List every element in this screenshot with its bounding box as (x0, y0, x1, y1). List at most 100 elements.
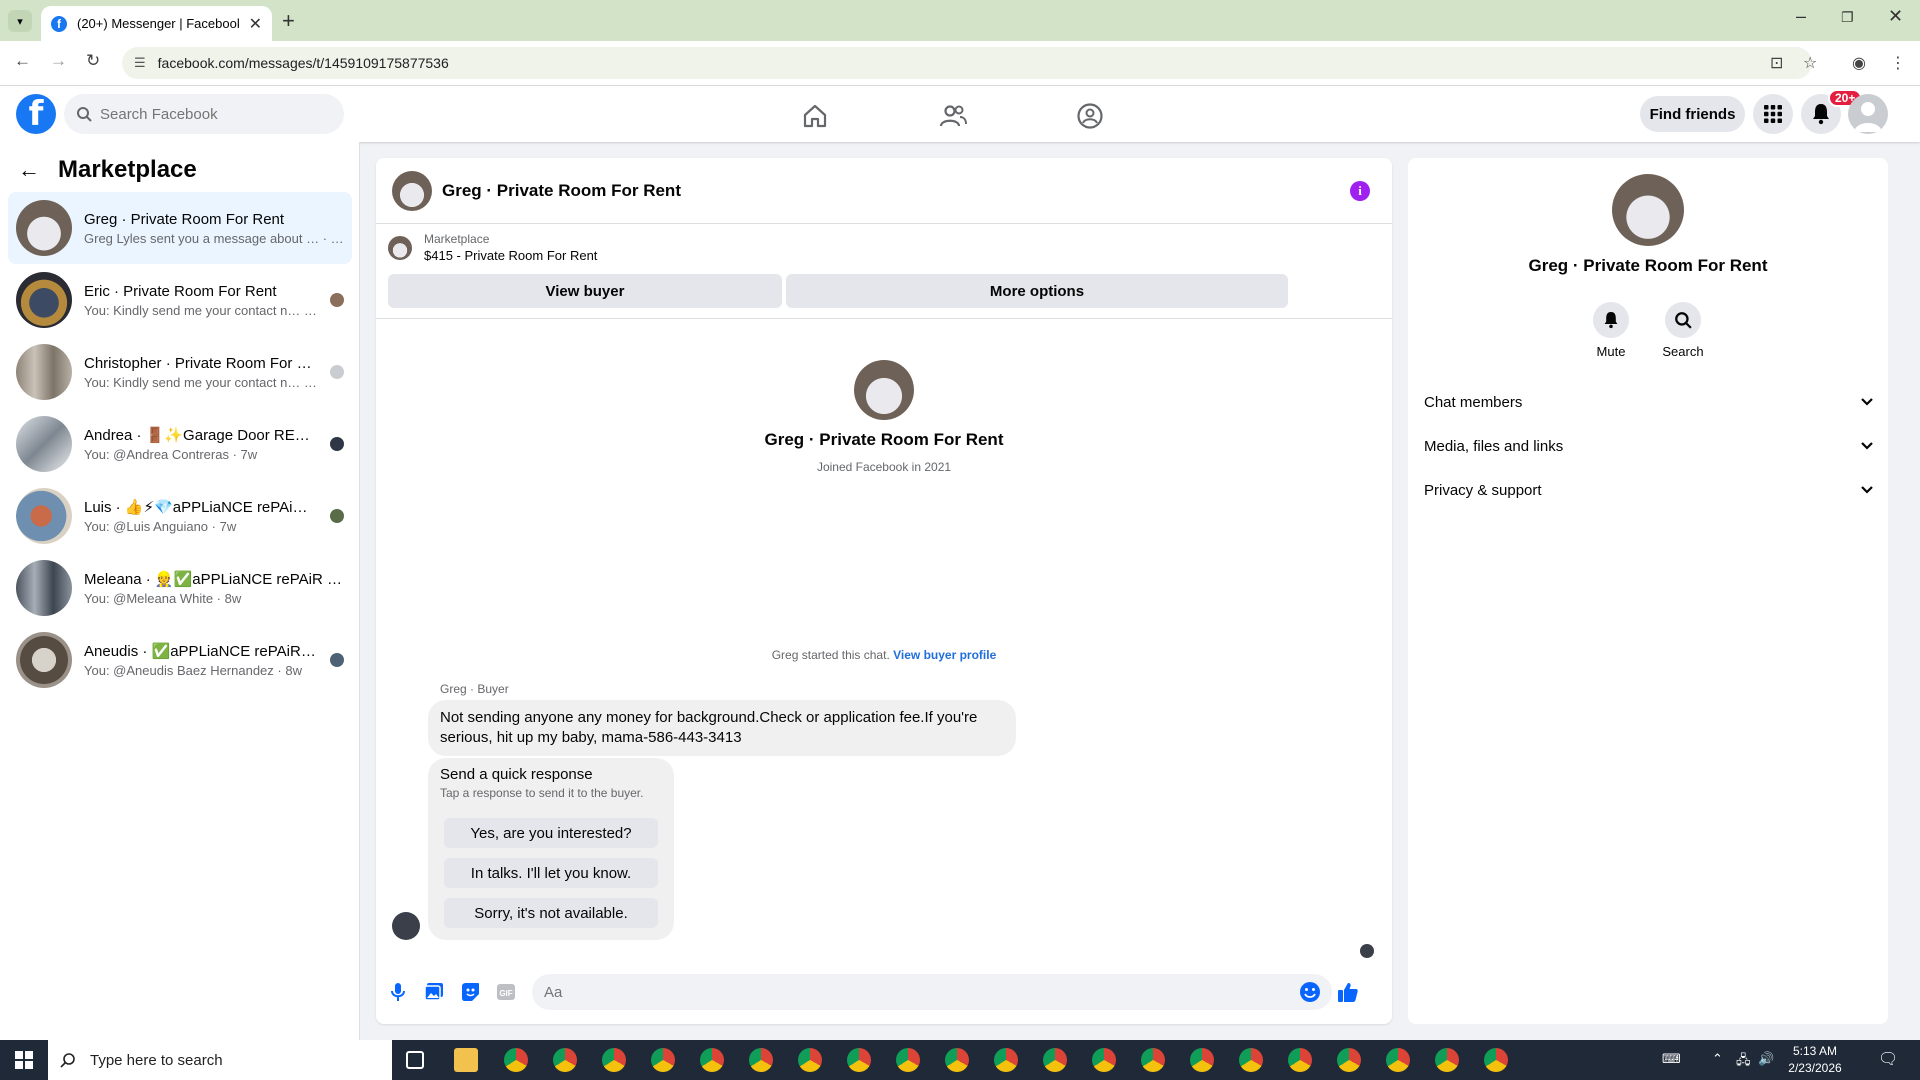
windows-taskbar: Type here to search ⌨ ⌃ 🖧 🔊 5:13 AM 2/23… (0, 1040, 1920, 1080)
chevron-up-icon[interactable]: ⌃ (1712, 1051, 1723, 1067)
facebook-search-input[interactable] (100, 105, 320, 123)
windows-start-icon[interactable] (0, 1040, 48, 1080)
menu-grid-button[interactable] (1753, 94, 1793, 134)
restore-icon[interactable]: ❐ (1841, 9, 1854, 26)
chrome-icon[interactable] (1043, 1048, 1067, 1072)
accordion-privacy-support[interactable]: Privacy & support (1424, 468, 1874, 512)
more-options-button[interactable]: More options (786, 274, 1288, 308)
find-friends-button[interactable]: Find friends (1640, 96, 1745, 132)
conversation-thumbnail (16, 416, 72, 472)
chrome-icon[interactable] (1239, 1048, 1263, 1072)
chrome-icon[interactable] (994, 1048, 1018, 1072)
listing-summary[interactable]: Marketplace $415 - Private Room For Rent (388, 232, 597, 263)
chrome-icon[interactable] (798, 1048, 822, 1072)
quick-reply-button[interactable]: Yes, are you interested? (444, 818, 658, 848)
bell-icon (1813, 104, 1829, 125)
message-input[interactable] (544, 983, 1284, 1001)
chat-thumbnail[interactable] (392, 170, 432, 211)
conversation-thumbnail (16, 200, 72, 256)
account-avatar[interactable] (1848, 94, 1888, 134)
file-explorer-icon[interactable] (454, 1048, 478, 1072)
tab-title: (20+) Messenger | Facebook (77, 16, 239, 31)
conversation-item-luis[interactable]: Luis · 👍⚡💎aPPLiaNCE rePAiR … You: @Luis … (8, 480, 352, 552)
browser-tab-messenger[interactable]: f (20+) Messenger | Facebook ✕ (41, 6, 272, 41)
conversation-item-eric[interactable]: Eric · Private Room For Rent You: Kindly… (8, 264, 352, 336)
browser-menu-icon[interactable]: ⋮ (1890, 53, 1906, 73)
close-tab-icon[interactable]: ✕ (249, 14, 262, 34)
back-arrow-icon[interactable]: ← (18, 157, 40, 183)
microphone-icon[interactable] (386, 980, 410, 1004)
new-tab-icon[interactable]: + (282, 8, 295, 34)
accordion-chat-members[interactable]: Chat members (1424, 380, 1874, 424)
quick-reply-button[interactable]: Sorry, it's not available. (444, 898, 658, 928)
message-composer: GIF (376, 970, 1392, 1014)
chrome-icon[interactable] (504, 1048, 528, 1072)
notification-center-icon[interactable]: 🗨 (1878, 1049, 1898, 1069)
chrome-icon[interactable] (1435, 1048, 1459, 1072)
chrome-icon[interactable] (945, 1048, 969, 1072)
emoji-icon[interactable] (1298, 980, 1322, 1004)
conversation-name: Greg · Private Room For Rent (84, 210, 285, 228)
back-icon[interactable]: ← (14, 51, 31, 71)
chrome-icon[interactable] (651, 1048, 675, 1072)
volume-icon[interactable]: 🔊 (1758, 1051, 1774, 1067)
view-buyer-button[interactable]: View buyer (388, 274, 782, 308)
chrome-icon[interactable] (1386, 1048, 1410, 1072)
info-icon[interactable]: i (1350, 181, 1370, 201)
conversation-item-andrea[interactable]: Andrea · 🚪✨Garage Door REp… You: @Andrea… (8, 408, 352, 480)
chrome-icon[interactable] (700, 1048, 724, 1072)
chrome-icon[interactable] (1484, 1048, 1508, 1072)
network-icon[interactable]: 🖧 (1736, 1051, 1751, 1073)
taskbar-search[interactable]: Type here to search (48, 1040, 392, 1080)
nav-friends[interactable] (898, 96, 1008, 136)
view-buyer-profile-link[interactable]: View buyer profile (893, 648, 996, 662)
chrome-icon[interactable] (847, 1048, 871, 1072)
url-text: facebook.com/messages/t/1459109175877536 (157, 55, 449, 71)
intro-name: Greg · Private Room For Rent (764, 430, 1004, 449)
chrome-icon[interactable] (896, 1048, 920, 1072)
chrome-icon[interactable] (1288, 1048, 1312, 1072)
gif-icon[interactable]: GIF (494, 980, 518, 1004)
profile-icon[interactable]: ◉ (1852, 53, 1866, 73)
chrome-icon[interactable] (1190, 1048, 1214, 1072)
read-receipt-avatar (330, 365, 344, 379)
keyboard-icon[interactable]: ⌨ (1662, 1051, 1681, 1067)
accordion-media-files-links[interactable]: Media, files and links (1424, 424, 1874, 468)
chevron-down-icon (1861, 442, 1873, 450)
photo-icon[interactable] (422, 980, 446, 1004)
thumbs-up-icon[interactable] (1336, 980, 1360, 1004)
bookmark-star-icon[interactable]: ☆ (1803, 53, 1817, 73)
chat-title[interactable]: Greg · Private Room For Rent (442, 181, 681, 201)
site-info-icon[interactable]: ☰ (134, 55, 146, 71)
quick-reply-button[interactable]: In talks. I'll let you know. (444, 858, 658, 888)
task-view-icon[interactable] (406, 1051, 424, 1069)
minimize-icon[interactable]: – (1796, 6, 1806, 27)
chrome-icon[interactable] (602, 1048, 626, 1072)
chrome-icon[interactable] (553, 1048, 577, 1072)
reload-icon[interactable]: ↻ (86, 51, 100, 71)
address-bar[interactable]: ☰ facebook.com/messages/t/14591091758775… (122, 47, 1812, 79)
conversation-item-aneudis[interactable]: Aneudis · ✅aPPLiaNCE rePAiR g… You: @Ane… (8, 624, 352, 696)
nav-home[interactable] (760, 96, 870, 136)
conversation-item-christopher[interactable]: Christopher · Private Room For … You: Ki… (8, 336, 352, 408)
tab-search-dropdown[interactable]: ▾ (8, 10, 32, 32)
chrome-icon[interactable] (1337, 1048, 1361, 1072)
grid-menu-icon (1764, 105, 1782, 123)
facebook-search[interactable] (64, 94, 344, 134)
conversation-item-greg[interactable]: Greg · Private Room For Rent Greg Lyles … (8, 192, 352, 264)
conversation-item-meleana[interactable]: Meleana · 👷✅aPPLiaNCE rePAiR … You: @Mel… (8, 552, 352, 624)
taskbar-clock[interactable]: 5:13 AM 2/23/2026 (1780, 1043, 1850, 1077)
nav-groups[interactable] (1035, 96, 1145, 136)
message-input-box[interactable] (532, 974, 1332, 1010)
mute-button[interactable]: Mute (1581, 302, 1641, 359)
forward-icon[interactable]: → (50, 51, 67, 71)
chrome-icon[interactable] (1141, 1048, 1165, 1072)
sticker-icon[interactable] (458, 980, 482, 1004)
window-close-icon[interactable]: ✕ (1888, 6, 1903, 27)
chat-started-notice: Greg started this chat. View buyer profi… (376, 648, 1392, 662)
facebook-logo-icon[interactable]: f (16, 94, 56, 134)
chrome-icon[interactable] (1092, 1048, 1116, 1072)
install-app-icon[interactable]: ⊡ (1770, 53, 1783, 73)
chrome-icon[interactable] (749, 1048, 773, 1072)
search-in-chat-button[interactable]: Search (1653, 302, 1713, 359)
